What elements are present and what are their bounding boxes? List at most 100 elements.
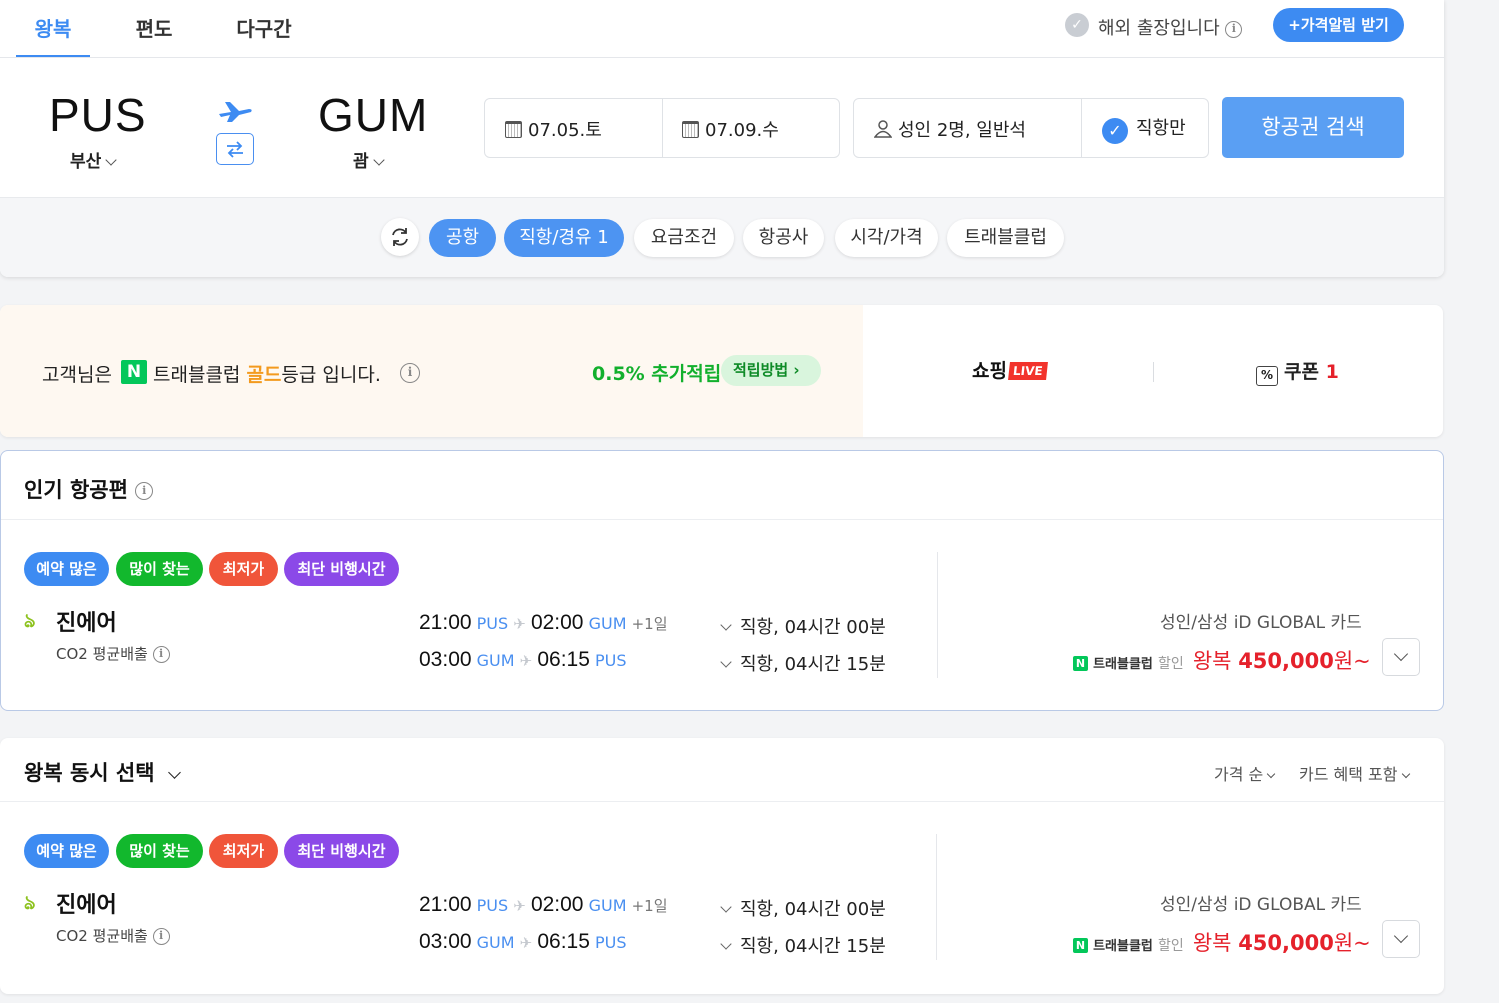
info-icon[interactable]: i xyxy=(1225,20,1243,38)
price-suffix: 원~ xyxy=(1333,931,1371,955)
airline-name: 진에어 xyxy=(56,893,117,918)
return-info[interactable]: 직항, 04시간 15분 xyxy=(720,650,886,676)
swap-icon xyxy=(227,141,243,158)
arr-airport: GUM xyxy=(588,614,627,633)
passenger-box: 성인 2명, 일반석 ✓ 직항만 xyxy=(853,98,1209,158)
tab-divider xyxy=(0,57,1444,58)
depart-date-field[interactable]: 07.05.토 xyxy=(505,116,602,142)
dep-time: 21:00 xyxy=(419,611,472,634)
filter-travel-club[interactable]: 트래블클럽 xyxy=(947,219,1064,257)
travel-club-label: 트래블클럽 xyxy=(1093,939,1153,954)
travel-club-label: 트래블클럽 xyxy=(1093,657,1153,672)
airplane-icon xyxy=(219,102,252,122)
how-to-earn-button[interactable]: 적립방법 › xyxy=(721,355,821,386)
date-divider xyxy=(662,99,663,157)
price-prefix: 왕복 xyxy=(1192,931,1232,955)
info-icon[interactable]: i xyxy=(400,363,420,383)
destination-city-select[interactable]: 괌 xyxy=(353,147,385,172)
co2-info: CO2 평균배출 i xyxy=(56,643,170,664)
card-header-divider xyxy=(1,519,1443,520)
card-benefit-select[interactable]: 카드 혜택 포함 xyxy=(1299,761,1410,785)
return-date-field[interactable]: 07.09.수 xyxy=(682,116,779,142)
filter-airport[interactable]: 공항 xyxy=(429,219,496,257)
refresh-button[interactable] xyxy=(381,218,419,256)
filter-direct-transfer[interactable]: 직항/경유 1 xyxy=(504,219,624,257)
plane-icon: ✈ xyxy=(513,615,526,633)
destination-code[interactable]: GUM xyxy=(318,88,428,142)
tag-most-booked: 예약 많은 xyxy=(24,834,109,868)
shopping-live-link[interactable]: 쇼핑 LIVE xyxy=(972,356,1048,383)
popular-section-title: 인기 항공편 i xyxy=(24,474,154,504)
dep-time: 21:00 xyxy=(419,893,472,916)
co2-label: CO2 평균배출 xyxy=(56,927,148,945)
price[interactable]: 왕복 450,000원~ xyxy=(1193,649,1371,673)
business-trip-toggle[interactable]: 해외 출장입니다 i xyxy=(1098,14,1243,40)
check-icon[interactable]: ✓ xyxy=(1065,13,1089,37)
outbound-duration: 직항, 04시간 00분 xyxy=(740,899,886,920)
airline-name: 진에어 xyxy=(56,611,117,636)
sort-price-select[interactable]: 가격 순 xyxy=(1214,761,1276,785)
info-icon[interactable]: i xyxy=(152,646,170,663)
co2-label: CO2 평균배출 xyxy=(56,645,148,663)
return-info[interactable]: 직항, 04시간 15분 xyxy=(720,932,886,958)
round-trip-title-select[interactable]: 왕복 동시 선택 xyxy=(24,757,181,787)
card-header-divider xyxy=(0,801,1444,802)
popular-title: 인기 항공편 xyxy=(24,478,128,502)
naver-n-logo: N xyxy=(1073,938,1088,953)
chevron-down-icon xyxy=(720,619,732,631)
filter-time-price[interactable]: 시각/가격 xyxy=(835,219,938,257)
card-divider xyxy=(937,552,938,678)
origin-city-select[interactable]: 부산 xyxy=(70,147,117,172)
passenger-divider xyxy=(1081,99,1082,157)
origin-city: 부산 xyxy=(70,152,102,172)
outbound-info[interactable]: 직항, 04시간 00분 xyxy=(720,613,886,639)
grade-name: 골드 xyxy=(246,364,282,386)
jinair-logo-icon: ঌ xyxy=(24,610,36,632)
chevron-down-icon xyxy=(1401,769,1410,779)
refresh-icon xyxy=(392,228,408,246)
live-badge: LIVE xyxy=(1008,362,1048,380)
price-alert-button[interactable]: +가격알림 받기 xyxy=(1273,8,1404,42)
return-duration: 직항, 04시간 15분 xyxy=(740,936,886,957)
checkmark-icon: ✓ xyxy=(1102,118,1128,144)
co2-info: CO2 평균배출 i xyxy=(56,925,170,946)
return-duration: 직항, 04시간 15분 xyxy=(740,654,886,675)
price-amount: 450,000 xyxy=(1238,649,1334,673)
depart-date: 07.05.토 xyxy=(528,120,602,141)
filter-fare-conditions[interactable]: 요금조건 xyxy=(634,219,734,257)
outbound-leg: 21:00 PUS ✈ 02:00 GUM +1일 xyxy=(419,611,668,635)
tab-round-trip[interactable]: 왕복 xyxy=(16,0,90,58)
filter-airline[interactable]: 항공사 xyxy=(743,219,824,257)
tag-most-searched: 많이 찾는 xyxy=(116,552,203,586)
tag-shortest-time: 최단 비행시간 xyxy=(284,552,399,586)
price-row: N 트래블클럽 할인 왕복 450,000원~ xyxy=(1073,645,1371,675)
dep-airport: GUM xyxy=(476,933,515,952)
origin-code[interactable]: PUS xyxy=(49,88,147,142)
swap-route-button[interactable] xyxy=(216,133,254,165)
arr-airport: GUM xyxy=(588,896,627,915)
coupon-link[interactable]: % 쿠폰 1 xyxy=(1256,357,1339,386)
sort-price-label: 가격 순 xyxy=(1214,765,1264,784)
tab-multi-city[interactable]: 다구간 xyxy=(222,0,306,58)
chevron-down-icon xyxy=(105,154,117,166)
search-button[interactable]: 항공권 검색 xyxy=(1222,97,1404,158)
price-prefix: 왕복 xyxy=(1192,649,1232,673)
card-divider xyxy=(936,834,937,960)
chevron-down-icon xyxy=(720,656,732,668)
expand-button[interactable] xyxy=(1382,920,1420,958)
expand-button[interactable] xyxy=(1382,638,1420,676)
info-icon[interactable]: i xyxy=(135,482,154,500)
info-icon[interactable]: i xyxy=(152,928,170,945)
outbound-info[interactable]: 직항, 04시간 00분 xyxy=(720,895,886,921)
return-date: 07.09.수 xyxy=(705,120,779,141)
dep-time: 03:00 xyxy=(419,930,472,953)
chevron-down-icon xyxy=(1267,769,1276,779)
price[interactable]: 왕복 450,000원~ xyxy=(1193,931,1371,955)
plus-day: +1일 xyxy=(631,897,668,915)
tab-one-way[interactable]: 편도 xyxy=(117,0,191,58)
direct-only-label: 직항만 xyxy=(1136,118,1186,139)
direct-only-checkbox[interactable]: ✓ 직항만 xyxy=(1102,114,1186,144)
calendar-icon xyxy=(505,121,522,138)
passenger-field[interactable]: 성인 2명, 일반석 xyxy=(873,116,1026,142)
dep-airport: PUS xyxy=(476,896,509,915)
